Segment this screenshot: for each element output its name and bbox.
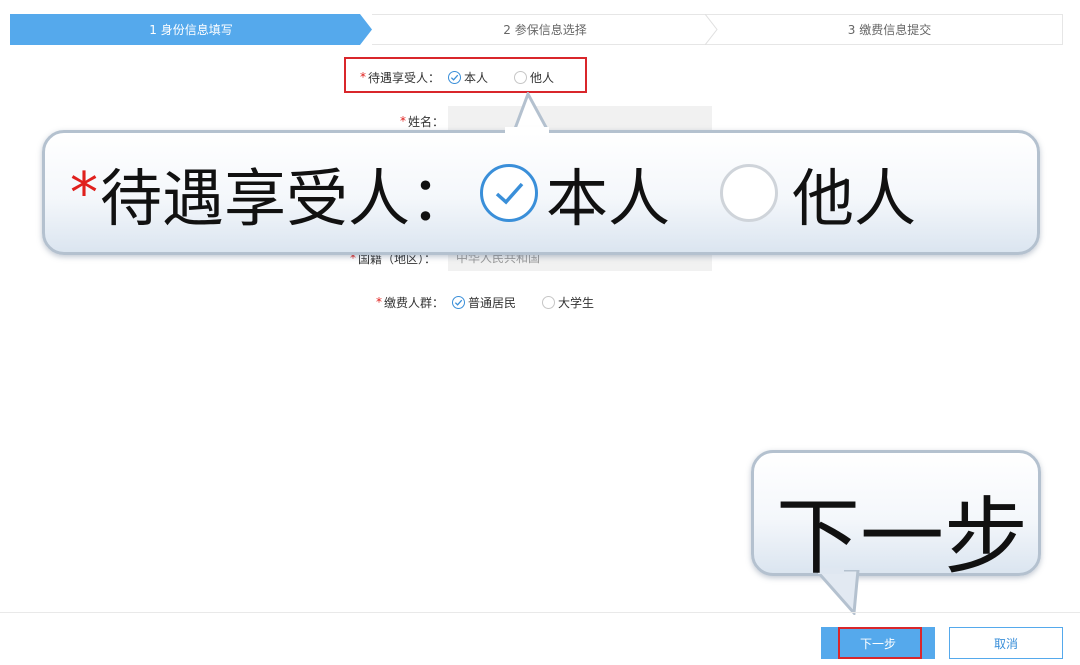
cancel-label: 取消: [993, 636, 1018, 651]
callout-radio-unchecked-icon: [720, 164, 779, 222]
step-3-label: 3 缴费信息提交: [847, 23, 932, 37]
callout-beneficiary-label: 待遇享受人：: [100, 162, 473, 235]
radio-unchecked-icon: [542, 295, 556, 309]
callout-radio-checked-icon: [480, 164, 539, 222]
payer-group-row: * 缴费人群： 普通居民 大学生: [376, 291, 594, 313]
beneficiary-highlight-frame: [344, 57, 587, 93]
step-progress-bar: 1 身份信息填写 2 参保信息选择 3 缴费信息提交: [10, 14, 1063, 45]
required-mark: *: [376, 295, 382, 309]
step-3-payment: 3 缴费信息提交: [716, 14, 1063, 45]
payer-group-option-student-label: 大学生: [558, 295, 595, 310]
required-mark: *: [400, 114, 406, 128]
callout-option-other: 他人: [792, 162, 917, 235]
callout-required-mark: *: [70, 160, 98, 226]
callout-tail-joint: [505, 127, 549, 135]
step-1-identity: 1 身份信息填写: [10, 14, 372, 45]
payer-group-option-student[interactable]: 大学生: [542, 294, 594, 311]
cancel-button[interactable]: 取消: [949, 627, 1063, 659]
next-step-highlight-frame: [838, 627, 922, 659]
name-row: * 姓名：: [400, 110, 444, 132]
radio-checked-icon: [452, 295, 466, 309]
step-2-insurance: 2 参保信息选择: [366, 14, 724, 45]
step-2-label: 2 参保信息选择: [503, 23, 587, 37]
step-1-label: 1 身份信息填写: [149, 23, 233, 37]
callout-beneficiary-content: * 待遇享受人： 本人 他人: [70, 148, 916, 238]
payer-group-option-resident[interactable]: 普通居民: [452, 294, 516, 311]
footer-divider: [0, 612, 1080, 613]
payer-group-option-resident-label: 普通居民: [468, 295, 517, 310]
callout-option-self: 本人: [546, 162, 671, 235]
callout-next-label: 下一步: [776, 488, 1029, 586]
payer-group-label: 缴费人群：: [384, 295, 445, 310]
name-label: 姓名：: [408, 114, 445, 129]
